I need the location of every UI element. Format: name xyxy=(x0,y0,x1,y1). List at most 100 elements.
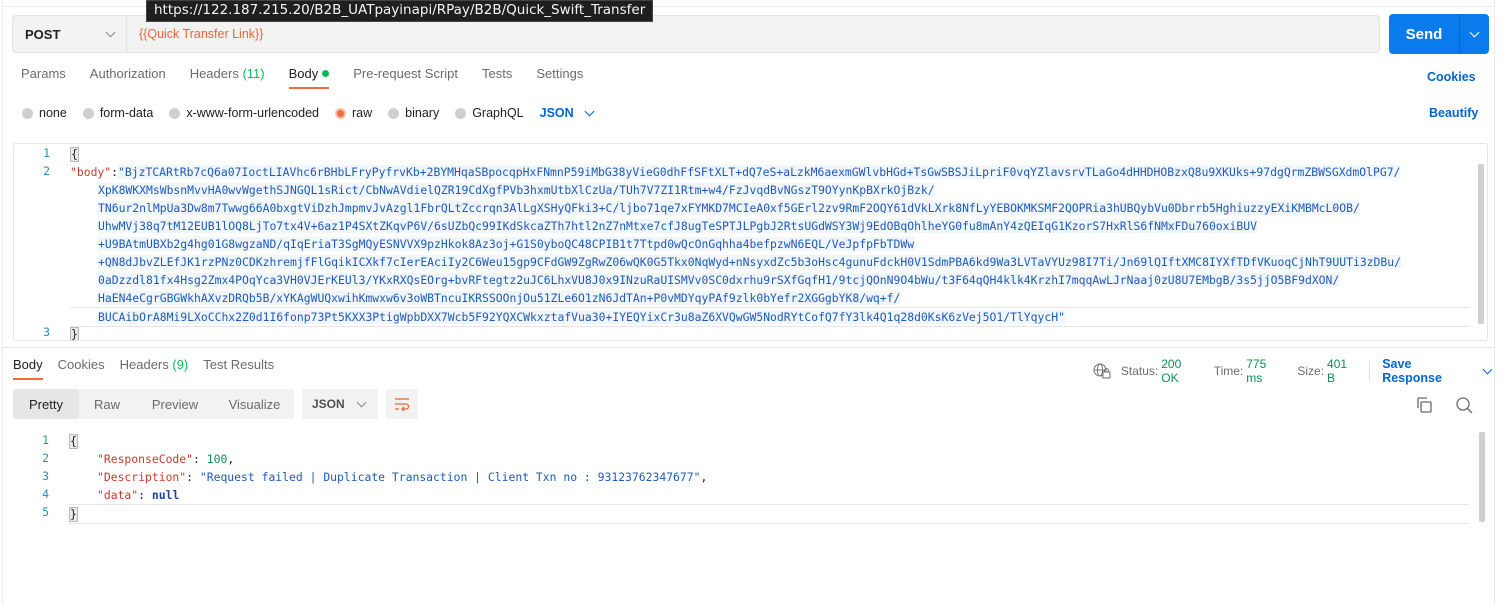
radio-circle-icon xyxy=(169,107,181,119)
json-value: null xyxy=(151,488,180,502)
body-value-line: XpK8WKXMsWbsnMvvHA0wvWgethSJNGQL1sRict/C… xyxy=(98,183,935,197)
body-type-selector: none form-data x-www-form-urlencoded raw… xyxy=(22,106,595,120)
close-brace: } xyxy=(70,327,79,341)
body-value-line: 0aDzzdl81fx4Hsg2Zmx4POqYca3VH0VJErKEUl3/… xyxy=(98,273,1340,287)
request-tabs: Params Authorization Headers (11) Body P… xyxy=(21,66,607,89)
radio-circle-icon xyxy=(22,107,33,119)
method-select[interactable]: POST xyxy=(13,16,127,52)
status-label: Status: xyxy=(1120,364,1159,378)
tab-headers[interactable]: Headers (11) xyxy=(190,66,265,89)
cookies-link[interactable]: Cookies xyxy=(1427,70,1476,84)
radio-binary[interactable]: binary xyxy=(388,106,439,120)
pane-divider[interactable] xyxy=(3,347,1494,348)
tab-settings[interactable]: Settings xyxy=(536,66,583,89)
response-scrollbar[interactable] xyxy=(1479,432,1485,522)
json-key: "ResponseCode" xyxy=(97,452,194,466)
wrap-lines-button[interactable] xyxy=(386,389,418,419)
json-key: "Description" xyxy=(97,470,187,484)
open-brace: { xyxy=(69,434,78,449)
postman-request-pane: POST {{Quick Transfer Link}} Send Params… xyxy=(2,0,1495,605)
url-tooltip: https://122.187.215.20/B2B_UATpayinapi/R… xyxy=(146,0,654,22)
response-body-viewer[interactable]: 1 2 3 4 5 { "ResponseCode": 100, "Descri… xyxy=(13,430,1488,605)
line-number: 1 xyxy=(42,433,49,447)
body-value-line: BUCAibOrA8Mi9LXoCChx2Z0d1I6fonp73Pt5KXX3… xyxy=(98,310,1065,324)
send-label[interactable]: Send xyxy=(1389,14,1459,54)
radio-graphql[interactable]: GraphQL xyxy=(455,106,524,120)
body-value-line: HaEN4eCgrGBGWkhAXvzDRQb5B/xYKAgWUQxwihKm… xyxy=(98,291,901,305)
body-value-line: +U9BAtmUBXb2g4hg01G8wgzaND/qIqEriaT3SgMQ… xyxy=(98,237,915,251)
view-mode-selector: Pretty Raw Preview Visualize xyxy=(13,389,294,419)
wrap-lines-icon xyxy=(395,398,410,411)
line-number: 3 xyxy=(42,469,49,483)
send-button[interactable]: Send xyxy=(1389,14,1489,54)
copy-icon[interactable] xyxy=(1414,395,1434,415)
format-label: JSON xyxy=(312,397,345,411)
radio-raw[interactable]: raw xyxy=(335,106,372,120)
tab-pre-request-script[interactable]: Pre-request Script xyxy=(353,66,458,89)
response-meta: Status: 200 OK Time: 775 ms Size: 401 B … xyxy=(1093,357,1494,385)
size-label: Size: xyxy=(1297,364,1325,378)
line-number: 5 xyxy=(42,505,49,519)
send-options-dropdown[interactable] xyxy=(1459,14,1489,54)
radio-selected-icon xyxy=(335,107,346,119)
chevron-down-icon[interactable] xyxy=(1482,364,1493,374)
response-headers-count: (9) xyxy=(172,357,189,372)
tab-tests[interactable]: Tests xyxy=(482,66,512,89)
json-key: "data" xyxy=(97,488,139,502)
chevron-down-icon xyxy=(1469,27,1480,37)
radio-circle-icon xyxy=(455,107,467,119)
view-visualize[interactable]: Visualize xyxy=(215,389,294,419)
language-select[interactable]: JSON xyxy=(540,106,595,120)
tab-params[interactable]: Params xyxy=(21,66,66,89)
radio-x-www-form-urlencoded[interactable]: x-www-form-urlencoded xyxy=(169,106,319,120)
json-value: "Request failed | Duplicate Transaction … xyxy=(199,470,701,484)
beautify-button[interactable]: Beautify xyxy=(1429,106,1478,120)
tab-response-body[interactable]: Body xyxy=(13,357,43,380)
line-number: 4 xyxy=(42,487,49,501)
view-preview[interactable]: Preview xyxy=(135,389,215,419)
radio-form-data[interactable]: form-data xyxy=(82,106,153,120)
json-colon: : xyxy=(111,165,119,179)
line-number: 2 xyxy=(43,164,50,178)
globe-lock-icon[interactable] xyxy=(1093,363,1111,379)
json-key: "body" xyxy=(70,165,112,179)
close-brace: } xyxy=(69,507,78,522)
open-brace: { xyxy=(70,147,79,162)
time-label: Time: xyxy=(1213,364,1244,378)
body-value-line: UhwMVj38q7tM12EUB1lOQ8LjTo7tx4V+6az1P4SX… xyxy=(98,219,1257,233)
body-value-line: "BjzTCARtRb7cQ6a07IoctLIAVhc6rBHbLFryPyf… xyxy=(118,165,1401,179)
view-pretty[interactable]: Pretty xyxy=(13,389,79,419)
status-value[interactable]: 200 OK xyxy=(1161,357,1201,385)
time-value[interactable]: 775 ms xyxy=(1246,357,1285,385)
radio-circle-icon xyxy=(82,107,94,119)
body-value-line: TN6ur2nlMpUa3Dw8m7Twwg66A0bxgtViDzhJmpmv… xyxy=(98,201,1360,215)
line-number: 3 xyxy=(43,325,50,339)
save-response-button[interactable]: Save Response xyxy=(1382,357,1474,385)
body-value-line: +QN8dJbvZLEfJK1rzPNz0CDKzhremjfFlGqikICX… xyxy=(98,255,1401,269)
response-format-select[interactable]: JSON xyxy=(302,389,378,419)
chevron-down-icon xyxy=(105,27,116,37)
tab-test-results[interactable]: Test Results xyxy=(203,357,274,380)
radio-none[interactable]: none xyxy=(22,106,67,120)
tab-response-cookies[interactable]: Cookies xyxy=(58,357,105,380)
search-icon[interactable] xyxy=(1454,395,1474,415)
tab-authorization[interactable]: Authorization xyxy=(90,66,166,89)
chevron-down-icon xyxy=(584,106,595,116)
method-label: POST xyxy=(25,26,61,42)
headers-count: (11) xyxy=(242,66,265,81)
body-modified-dot-icon xyxy=(322,70,330,77)
line-number: 2 xyxy=(42,451,49,465)
tab-response-headers[interactable]: Headers (9) xyxy=(120,357,189,380)
radio-circle-icon xyxy=(388,107,400,119)
response-tabs: Body Cookies Headers (9) Test Results xyxy=(13,357,289,380)
line-number: 1 xyxy=(43,146,50,160)
tab-body[interactable]: Body xyxy=(288,66,330,89)
request-body-editor[interactable]: 1 2 3 { "body":"BjzTCARtRb7cQ6a07IoctLIA… xyxy=(13,143,1488,341)
editor-scrollbar[interactable] xyxy=(1478,164,1484,324)
divider xyxy=(1369,361,1371,381)
size-value[interactable]: 401 B xyxy=(1327,357,1358,385)
chevron-down-icon xyxy=(356,397,367,407)
json-value: 100 xyxy=(206,452,228,466)
url-input[interactable]: {{Quick Transfer Link}} xyxy=(127,27,263,41)
view-raw[interactable]: Raw xyxy=(79,389,135,419)
